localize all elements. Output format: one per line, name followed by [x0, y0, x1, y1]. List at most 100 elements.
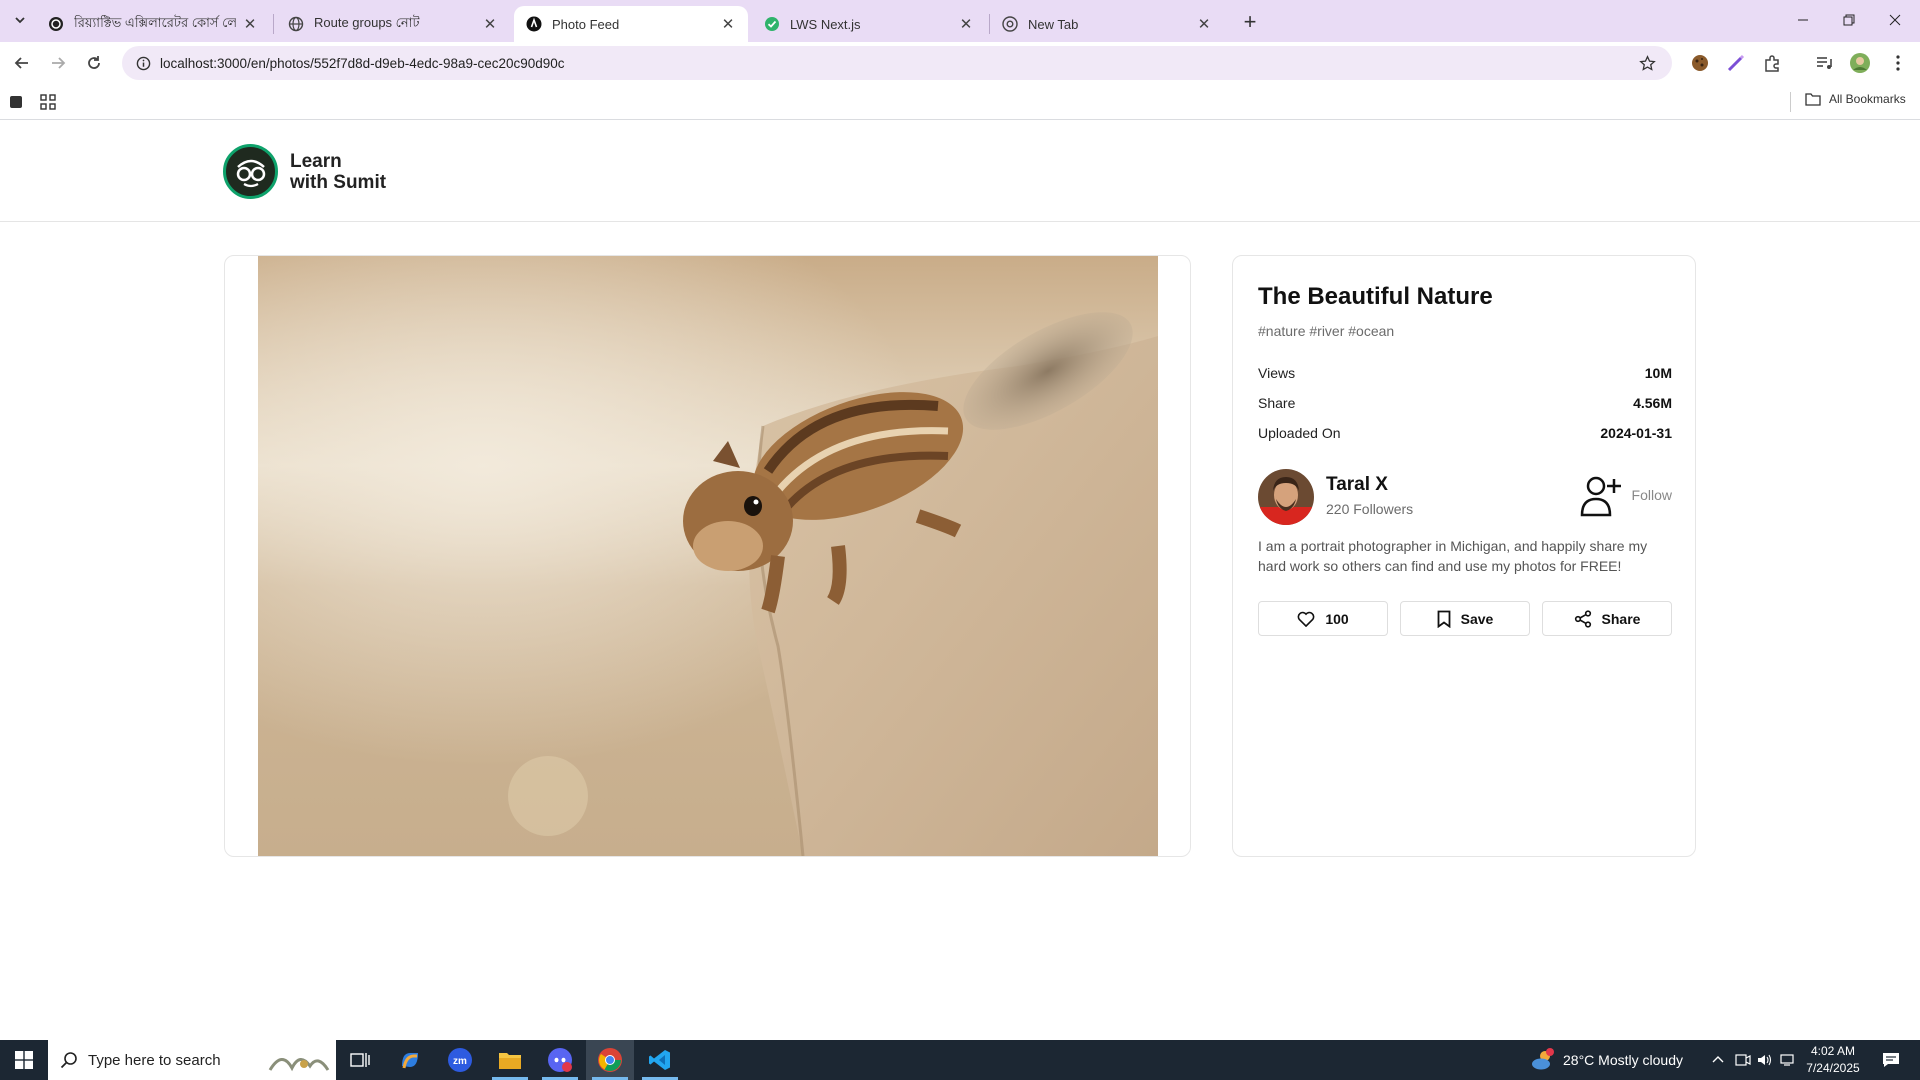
- nextjs-favicon-icon: [526, 16, 542, 32]
- svg-text:zm: zm: [453, 1056, 467, 1067]
- follow-label: Follow: [1631, 487, 1672, 503]
- profile-avatar-icon[interactable]: [1847, 50, 1873, 76]
- author-name[interactable]: Taral X: [1326, 474, 1388, 496]
- follow-button[interactable]: Follow: [1580, 473, 1672, 517]
- url-text[interactable]: localhost:3000/en/photos/552f7d8d-d9eb-4…: [160, 56, 1630, 71]
- clock-date: 7/24/2025: [1806, 1061, 1860, 1075]
- stat-label: Uploaded On: [1258, 425, 1341, 441]
- windows-start-icon[interactable]: [0, 1040, 48, 1080]
- network-icon[interactable]: [1778, 1050, 1798, 1070]
- stat-views: Views 10M: [1258, 365, 1672, 381]
- bookmark-app-icon[interactable]: [5, 91, 27, 113]
- copilot-icon[interactable]: [386, 1040, 434, 1080]
- logo-text: Learn with Sumit: [290, 151, 386, 193]
- check-circle-icon: [764, 16, 780, 32]
- photo-details-card: The Beautiful Nature #nature #river #oce…: [1232, 255, 1696, 857]
- author-bio: I am a portrait photographer in Michigan…: [1258, 538, 1648, 574]
- photo-title: The Beautiful Nature: [1258, 283, 1493, 310]
- tab-title: রিয়্যাক্টিভ এক্সিলারেটর কোর্স লে: [74, 14, 236, 30]
- media-controls-icon[interactable]: [1811, 50, 1837, 76]
- back-arrow-icon[interactable]: [8, 49, 36, 77]
- close-icon[interactable]: ✕: [958, 16, 974, 33]
- heart-icon: [1297, 611, 1315, 627]
- share-label: Share: [1601, 610, 1641, 627]
- taskbar-clock[interactable]: 4:02 AM 7/24/2025: [1800, 1043, 1866, 1077]
- windows-taskbar: Type here to search zm 28°C Mostly cloud…: [0, 1040, 1920, 1080]
- share-icon: [1574, 609, 1591, 628]
- browser-toolbar: localhost:3000/en/photos/552f7d8d-d9eb-4…: [0, 42, 1920, 84]
- site-header: Learn with Sumit: [0, 120, 1920, 222]
- chrome-taskbar-icon[interactable]: [586, 1040, 634, 1080]
- close-window-icon[interactable]: [1872, 4, 1918, 36]
- tab-lws-nextjs[interactable]: LWS Next.js ✕: [752, 6, 986, 42]
- author-avatar[interactable]: [1258, 469, 1314, 525]
- taskbar-search-box[interactable]: Type here to search: [48, 1040, 336, 1080]
- stat-value: 10M: [1644, 365, 1672, 381]
- author-section: Taral X 220 Followers Follow: [1258, 469, 1672, 525]
- share-button[interactable]: Share: [1542, 601, 1672, 636]
- vscode-icon[interactable]: [636, 1040, 684, 1080]
- tab-title: LWS Next.js: [790, 16, 861, 32]
- search-highlight-illustration-icon: [268, 1058, 330, 1072]
- weather-cloudy-icon[interactable]: [1530, 1047, 1556, 1073]
- save-button[interactable]: Save: [1400, 601, 1530, 636]
- tab-course[interactable]: রিয়্যাক্টিভ এক্সিলারেটর কোর্স লে ✕: [36, 6, 270, 42]
- logo-line-2: with Sumit: [290, 171, 387, 193]
- task-view-icon[interactable]: [336, 1040, 384, 1080]
- photo-image[interactable]: [258, 256, 1158, 856]
- weather-text[interactable]: 28°C Mostly cloudy: [1563, 1040, 1683, 1080]
- bookmark-icon: [1437, 610, 1451, 628]
- lws-favicon-icon: [48, 16, 64, 32]
- stat-label: Views: [1258, 365, 1296, 381]
- stat-label: Share: [1258, 395, 1296, 411]
- reload-icon[interactable]: [80, 49, 108, 77]
- file-explorer-icon[interactable]: [486, 1040, 534, 1080]
- extensions-puzzle-icon[interactable]: [1759, 50, 1785, 76]
- close-icon[interactable]: ✕: [720, 16, 736, 33]
- bookmarks-bar: All Bookmarks: [0, 84, 1920, 120]
- author-followers: 220 Followers: [1326, 501, 1414, 517]
- save-label: Save: [1460, 610, 1494, 627]
- discord-app-icon[interactable]: [536, 1040, 584, 1080]
- close-icon[interactable]: ✕: [1196, 16, 1212, 33]
- tab-photo-feed[interactable]: Photo Feed ✕: [514, 6, 748, 42]
- minimize-icon[interactable]: [1780, 4, 1826, 36]
- user-plus-icon: [1580, 476, 1621, 517]
- all-bookmarks-label: All Bookmarks: [1829, 92, 1906, 106]
- volume-icon[interactable]: [1755, 1050, 1775, 1070]
- tab-strip: রিয়্যাক্টিভ এক্সিলারেটর কোর্স লে ✕ Rout…: [0, 0, 1920, 42]
- new-tab-plus-icon[interactable]: +: [1236, 8, 1264, 36]
- more-menu-icon[interactable]: [1885, 50, 1911, 76]
- chevron-up-icon[interactable]: [1708, 1050, 1728, 1070]
- photo-card: [224, 255, 1191, 857]
- address-bar[interactable]: localhost:3000/en/photos/552f7d8d-d9eb-4…: [122, 46, 1672, 80]
- cookie-extension-icon[interactable]: [1687, 50, 1713, 76]
- tab-new-tab[interactable]: New Tab ✕: [990, 6, 1224, 42]
- notifications-icon[interactable]: [1880, 1050, 1902, 1070]
- logo-line-1: Learn: [290, 150, 342, 172]
- chrome-icon: [1002, 16, 1018, 32]
- pen-extension-icon[interactable]: [1723, 50, 1749, 76]
- photo-tags: #nature #river #ocean: [1258, 323, 1395, 339]
- close-icon[interactable]: ✕: [242, 16, 258, 33]
- all-bookmarks-button[interactable]: All Bookmarks: [1805, 92, 1906, 106]
- tab-title: Route groups নোট: [314, 14, 420, 30]
- site-logo[interactable]: Learn with Sumit: [223, 144, 386, 199]
- tab-separator: [273, 14, 274, 34]
- close-icon[interactable]: ✕: [482, 16, 498, 33]
- logo-glasses-icon: [223, 144, 278, 199]
- tab-search-dropdown-icon[interactable]: [10, 9, 30, 31]
- globe-icon: [288, 16, 304, 32]
- like-button[interactable]: 100: [1258, 601, 1388, 636]
- restore-icon[interactable]: [1826, 4, 1872, 36]
- bookmark-star-icon[interactable]: [1630, 54, 1664, 72]
- forward-arrow-icon[interactable]: [44, 49, 72, 77]
- meet-now-icon[interactable]: [1733, 1050, 1753, 1070]
- tab-title: New Tab: [1028, 16, 1079, 32]
- apps-grid-icon[interactable]: [37, 91, 59, 113]
- zoom-app-icon[interactable]: zm: [436, 1040, 484, 1080]
- stat-uploaded-on: Uploaded On 2024-01-31: [1258, 425, 1672, 441]
- tab-route-groups[interactable]: Route groups নোট ✕: [276, 6, 510, 42]
- stat-value: 4.56M: [1633, 395, 1672, 411]
- site-info-icon[interactable]: [126, 56, 160, 71]
